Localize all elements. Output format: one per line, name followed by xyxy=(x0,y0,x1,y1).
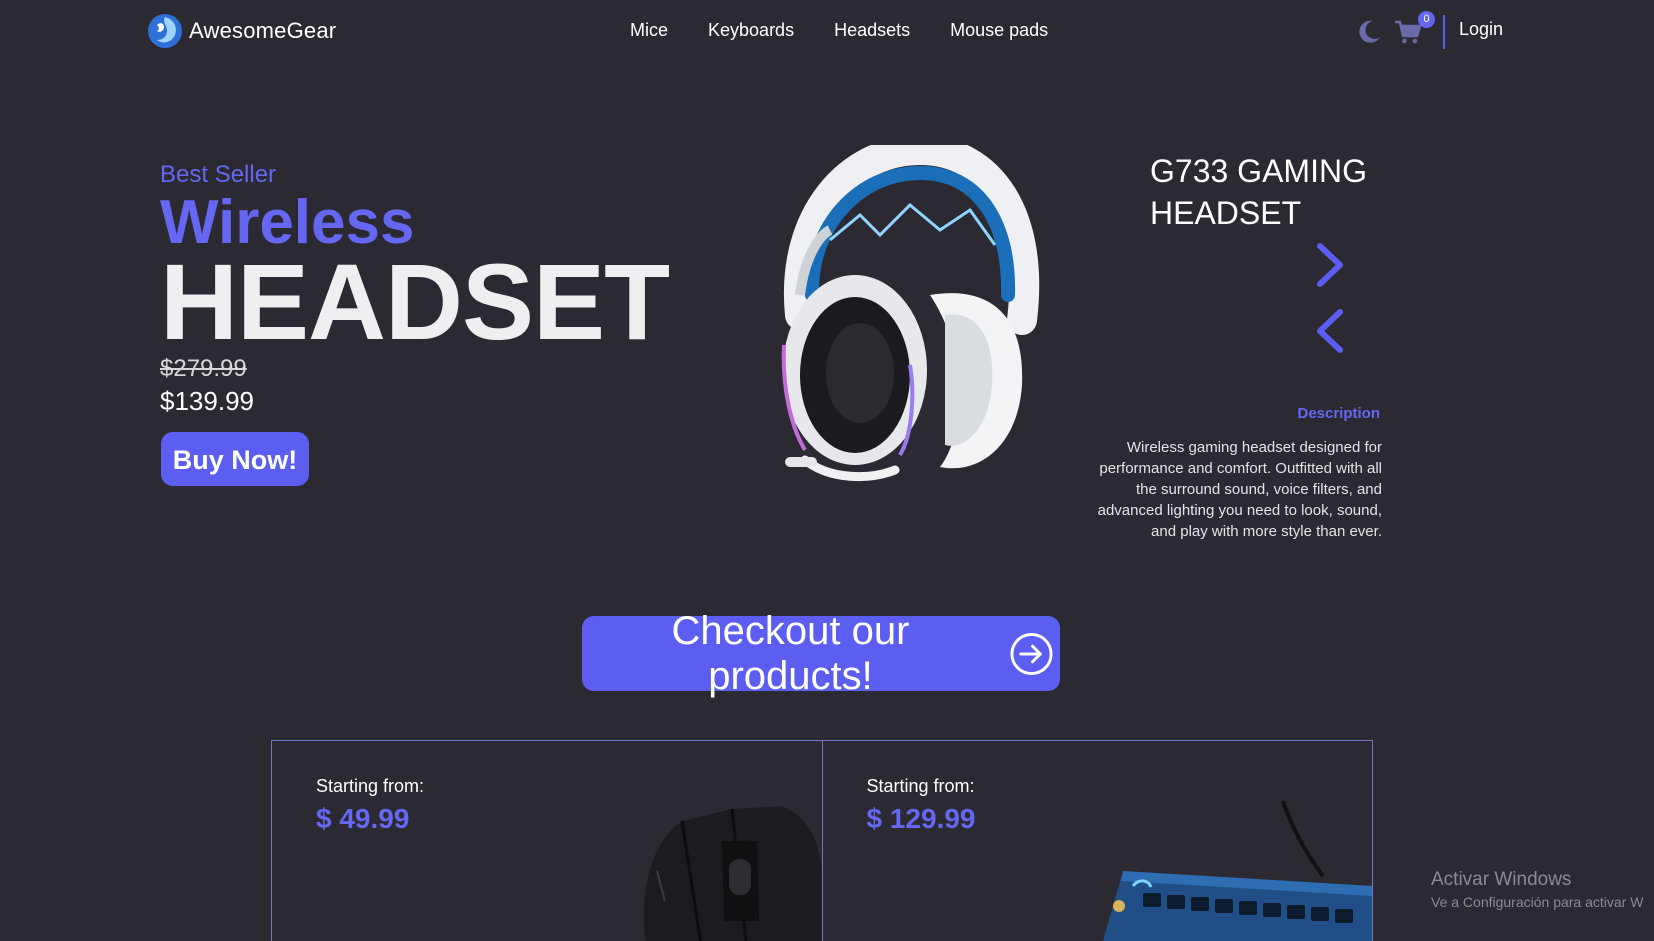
hero-headline-main: HEADSET xyxy=(160,241,670,362)
watermark-title: Activar Windows xyxy=(1431,869,1572,890)
cart-count-badge: 0 xyxy=(1418,11,1435,28)
brand-name: AwesomeGear xyxy=(189,18,337,43)
brand-link[interactable]: AwesomeGear xyxy=(147,13,336,49)
nav-divider xyxy=(1443,15,1445,49)
mouse-product-image xyxy=(643,806,822,941)
arrow-circle-right-icon xyxy=(1010,632,1053,675)
nav-link-mouse-pads[interactable]: Mouse pads xyxy=(950,20,1048,41)
nav-link-headsets[interactable]: Headsets xyxy=(834,20,910,41)
brand-logo-icon xyxy=(148,14,182,48)
product-description: Wireless gaming headset designed for per… xyxy=(1097,439,1382,540)
keyboard-product-image xyxy=(1102,801,1372,941)
buy-now-button[interactable]: Buy Now! xyxy=(161,432,309,486)
windows-activation-watermark: Activar Windows Ve a Configuración para … xyxy=(1431,868,1643,912)
main-nav: Mice Keyboards Headsets Mouse pads xyxy=(630,20,1088,41)
hero-text: Best Seller Wireless HEADSET $279.99 $13… xyxy=(160,160,670,418)
product-title: G733 GAMING HEADSET xyxy=(1150,153,1367,231)
card-price: $ 49.99 xyxy=(316,803,410,834)
nav-link-keyboards[interactable]: Keyboards xyxy=(708,20,794,41)
checkout-products-button[interactable]: Checkout our products! xyxy=(582,609,1060,698)
headset-product-image xyxy=(781,145,1040,482)
nav-actions: 0 Login xyxy=(1355,11,1503,50)
cta-label: Checkout our products! xyxy=(671,608,910,698)
new-price: $139.99 xyxy=(160,386,254,416)
card-label: Starting from: xyxy=(316,776,425,796)
moon-icon[interactable] xyxy=(1355,18,1383,46)
card-price: $ 129.99 xyxy=(866,803,976,834)
chevron-left-icon[interactable] xyxy=(1312,308,1348,354)
product-category-cards: Starting from: $ 49.99 Starting from: $ … xyxy=(271,740,1373,941)
category-card-mice[interactable]: Starting from: $ 49.99 xyxy=(272,741,822,941)
login-link[interactable]: Login xyxy=(1459,19,1503,40)
cart-button[interactable]: 0 xyxy=(1393,11,1435,47)
nav-link-mice[interactable]: Mice xyxy=(630,20,668,41)
card-label: Starting from: xyxy=(866,776,975,796)
chevron-right-icon[interactable] xyxy=(1312,242,1348,288)
category-card-keyboards[interactable]: Starting from: $ 129.99 xyxy=(821,741,1372,941)
navbar: AwesomeGear Mice Keyboards Headsets Mous… xyxy=(0,0,1654,66)
description-label: Description xyxy=(1297,405,1380,422)
hero-eyebrow: Best Seller xyxy=(160,161,277,188)
watermark-subtitle: Ve a Configuración para activar W xyxy=(1431,894,1644,910)
